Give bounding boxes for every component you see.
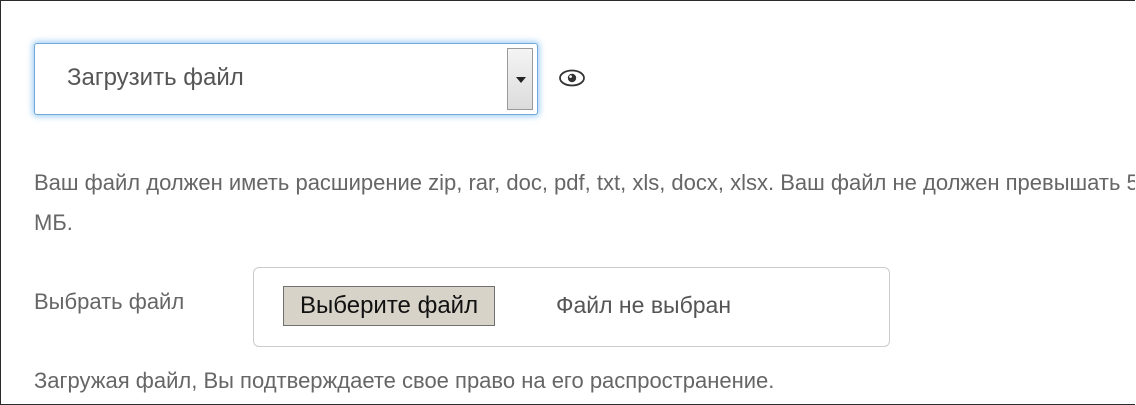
chevron-down-icon[interactable] [507,48,533,110]
choose-file-button[interactable]: Выберите файл [283,286,496,326]
upload-rights-note: Загружая файл, Вы подтверждаете свое пра… [34,368,775,393]
eye-icon[interactable] [559,69,585,87]
choose-file-label: Выбрать файл [34,289,185,314]
upload-type-select-value: Загрузить файл [67,64,244,91]
file-requirements-text: Ваш файл должен иметь расширение zip, ra… [34,170,1135,235]
upload-type-select[interactable]: Загрузить файл [34,43,538,115]
file-input-field[interactable]: Выберите файл Файл не выбран [253,267,890,347]
file-status-text: Файл не выбран [556,292,732,318]
upload-form-panel: Загрузить файл Ваш файл должен иметь рас… [0,0,1135,405]
